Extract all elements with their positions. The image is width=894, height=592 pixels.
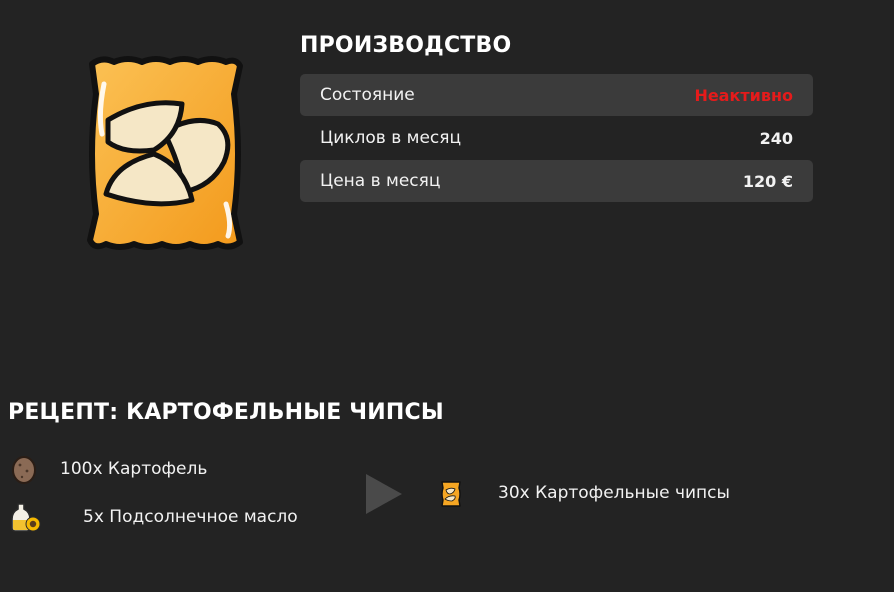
arrow-right-icon xyxy=(366,474,402,514)
stat-value: 240 xyxy=(759,128,793,148)
production-title: ПРОИЗВОДСТВО xyxy=(300,33,512,58)
status-badge: Неактивно xyxy=(694,85,793,105)
stat-value: 120 € xyxy=(742,171,793,191)
potato-icon xyxy=(12,456,36,484)
chips-bag-icon xyxy=(87,56,243,250)
stat-label: Состояние xyxy=(320,85,415,105)
recipe-input-text: 100x Картофель xyxy=(60,459,208,479)
recipe-output-chips: 30x Картофельные чипсы xyxy=(440,480,730,508)
stat-row-cycles: Циклов в месяц 240 xyxy=(300,117,813,159)
chips-icon xyxy=(441,481,461,507)
stat-label: Циклов в месяц xyxy=(320,128,462,148)
stat-row-status: Состояние Неактивно xyxy=(300,74,813,116)
stat-label: Цена в месяц xyxy=(320,171,441,191)
sunflower-oil-icon xyxy=(11,503,41,532)
production-stats: Состояние Неактивно Циклов в месяц 240 Ц… xyxy=(300,74,813,203)
recipe-input-text: 5x Подсолнечное масло xyxy=(83,507,298,527)
recipe-output-text: 30x Картофельные чипсы xyxy=(498,483,730,503)
recipe-title: РЕЦЕПТ: КАРТОФЕЛЬНЫЕ ЧИПСЫ xyxy=(8,400,444,425)
recipe-input-sunflower-oil: 5x Подсолнечное масло xyxy=(8,500,298,534)
stat-row-price: Цена в месяц 120 € xyxy=(300,160,813,202)
recipe-input-potato: 100x Картофель xyxy=(10,454,207,486)
